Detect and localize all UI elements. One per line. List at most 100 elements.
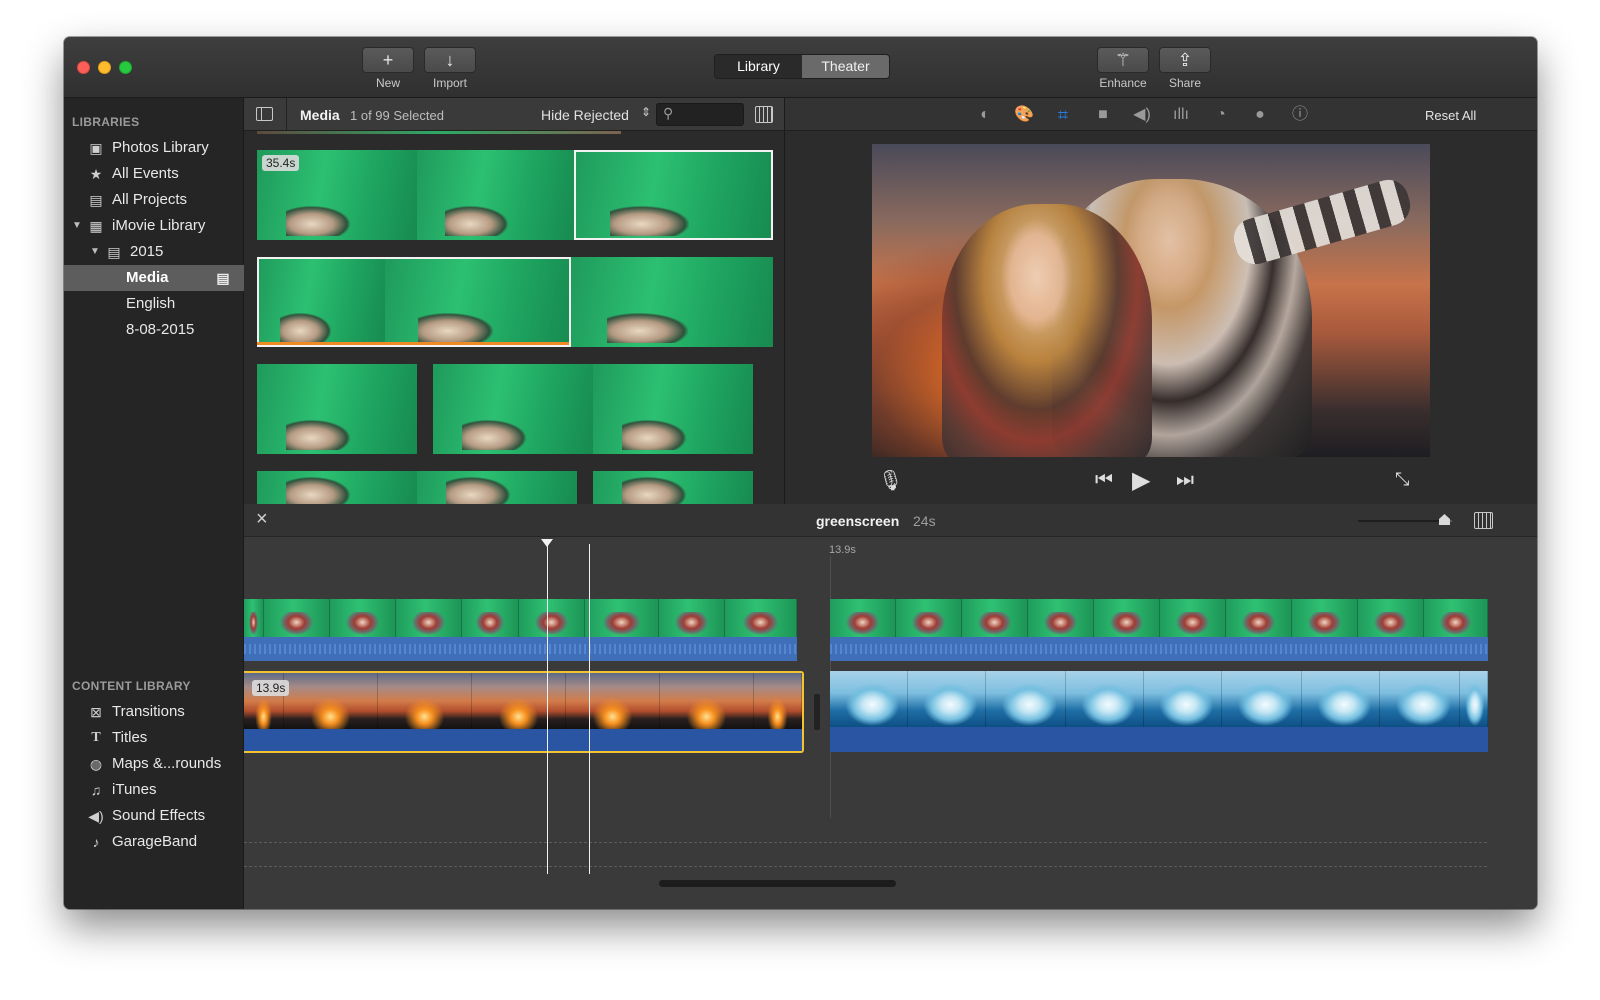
sidebar-item-2015[interactable]: ▼ ▤ 2015: [64, 239, 244, 265]
sidebar-item-8-08-2015[interactable]: 8-08-2015: [64, 317, 244, 343]
clip-filter-icon[interactable]: ●: [1250, 105, 1270, 125]
media-browser: Media 1 of 99 Selected Hide Rejected ⇕ ⚲…: [244, 98, 785, 504]
filmstrip-settings-icon[interactable]: [755, 106, 773, 123]
play-icon[interactable]: ▶: [1132, 466, 1150, 495]
share-icon: ⇪: [1159, 47, 1211, 73]
stabilization-icon[interactable]: ■: [1093, 105, 1113, 125]
sidebar-item-all-events[interactable]: ★ All Events: [64, 161, 244, 187]
sidebar-item-label: All Projects: [112, 191, 188, 208]
background-clip[interactable]: [830, 671, 1488, 727]
clapper-icon: ▤: [89, 192, 103, 208]
transition-handle[interactable]: [814, 694, 820, 730]
share-button[interactable]: ⇪ Share: [1159, 47, 1211, 90]
search-field[interactable]: ⚲: [656, 103, 744, 126]
zoom-window-button[interactable]: [119, 61, 132, 74]
skimmer: [589, 544, 590, 874]
clip-thumbnail[interactable]: [593, 364, 753, 454]
filter-popup[interactable]: Hide Rejected: [541, 107, 629, 123]
sidebar-item-imovie-library[interactable]: ▼ ▦ iMovie Library: [64, 213, 244, 239]
libraries-sidebar: LIBRARIES ▣ Photos Library ★ All Events …: [64, 98, 244, 909]
title-bar: + New ↓ Import Library Theater ⚚ Enhance…: [64, 37, 1537, 98]
sidebar-item-photos-library[interactable]: ▣ Photos Library: [64, 135, 244, 161]
clip-duration-badge: 35.4s: [262, 155, 300, 171]
clip-thumbnail[interactable]: [571, 257, 773, 347]
search-input[interactable]: [681, 106, 739, 123]
microphone-icon[interactable]: 🎙: [878, 468, 903, 493]
skip-forward-icon[interactable]: ⏭: [1176, 469, 1194, 492]
sidebar-item-garageband[interactable]: ♪ GarageBand: [64, 829, 244, 855]
disclosure-triangle-icon[interactable]: ▼: [72, 213, 82, 239]
sidebar-item-titles[interactable]: T Titles: [64, 725, 244, 751]
timeline: × greenscreen 24s 13.9s 13.9s: [244, 504, 1537, 909]
clip-audio-lane: [830, 727, 1488, 752]
sidebar-item-label: Photos Library: [112, 139, 209, 156]
range-selection: [257, 257, 571, 347]
libraries-header: LIBRARIES: [72, 115, 140, 129]
sidebar-item-maps-backgrounds[interactable]: ◍ Maps &...rounds: [64, 751, 244, 777]
crop-icon[interactable]: ⌗: [1053, 105, 1073, 125]
enhance-button[interactable]: ⚚ Enhance: [1097, 47, 1149, 90]
sidebar-item-all-projects[interactable]: ▤ All Projects: [64, 187, 244, 213]
sidebar-item-itunes[interactable]: ♫ iTunes: [64, 777, 244, 803]
color-balance-icon[interactable]: ◐: [975, 105, 995, 125]
star-icon: ★: [89, 166, 103, 182]
clip-thumbnail[interactable]: [257, 471, 417, 504]
playhead[interactable]: [547, 544, 548, 874]
sidebar-item-label: Sound Effects: [112, 807, 206, 824]
sidebar-toggle-icon[interactable]: [256, 107, 273, 121]
clip-thumbnail[interactable]: [433, 364, 593, 454]
share-button-label: Share: [1168, 76, 1202, 90]
selected-background-clip[interactable]: 13.9s: [244, 671, 804, 753]
noise-reduction-icon[interactable]: ıllı: [1171, 105, 1191, 125]
close-project-icon[interactable]: ×: [256, 508, 268, 531]
sidebar-item-label: iMovie Library: [112, 217, 206, 234]
library-theater-toggle[interactable]: Library Theater: [714, 54, 890, 79]
selection-count: 1 of 99 Selected: [350, 108, 444, 123]
globe-icon: ◍: [89, 756, 103, 772]
preview-figure: [1229, 175, 1415, 269]
music-icon: ♫: [90, 782, 102, 798]
info-icon[interactable]: ⓘ: [1290, 105, 1310, 125]
plus-icon: +: [362, 47, 414, 73]
enhance-button-label: Enhance: [1099, 76, 1147, 90]
clip-thumbnail[interactable]: [417, 150, 574, 240]
timeline-video-clip[interactable]: [244, 599, 797, 637]
timeline-video-clip[interactable]: [830, 599, 1488, 637]
photos-icon: ▣: [89, 140, 103, 156]
clip-thumbnail[interactable]: [593, 471, 753, 504]
sidebar-item-english[interactable]: English: [64, 291, 244, 317]
calendar-icon: ▤: [107, 244, 121, 260]
clip-audio-lane: [244, 729, 802, 751]
sidebar-item-label: Transitions: [112, 703, 185, 720]
clip-thumbnail[interactable]: [257, 131, 621, 134]
horizontal-scrollbar[interactable]: [659, 880, 896, 887]
browser-toolbar: Media 1 of 99 Selected Hide Rejected ⇕ ⚲: [244, 98, 784, 131]
selected-clip-thumbnail[interactable]: [574, 150, 773, 240]
new-button[interactable]: + New: [362, 47, 414, 90]
project-name: greenscreen: [816, 513, 900, 529]
speed-icon[interactable]: ◔: [1211, 105, 1231, 125]
library-tab[interactable]: Library: [715, 55, 802, 78]
volume-icon[interactable]: ◀): [1132, 105, 1152, 125]
skip-back-icon[interactable]: ⏮: [1095, 469, 1113, 492]
sidebar-item-transitions[interactable]: ⊠ Transitions: [64, 699, 244, 725]
fullscreen-icon[interactable]: ⤡: [1395, 469, 1409, 490]
clip-thumbnail[interactable]: [257, 364, 417, 454]
theater-tab[interactable]: Theater: [802, 55, 889, 78]
clip-thumbnail[interactable]: [417, 471, 577, 504]
import-button[interactable]: ↓ Import: [424, 47, 476, 90]
disclosure-triangle-icon[interactable]: ▼: [90, 239, 100, 265]
color-correction-icon[interactable]: 🎨: [1014, 105, 1034, 125]
audio-waveform: [830, 637, 1488, 661]
reset-all-button[interactable]: Reset All: [1425, 108, 1476, 123]
close-window-button[interactable]: [77, 61, 90, 74]
zoom-slider-thumb[interactable]: [1438, 514, 1450, 525]
sidebar-item-sound-effects[interactable]: ◀) Sound Effects: [64, 803, 244, 829]
sidebar-item-label: 2015: [130, 243, 164, 260]
clip-appearance-icon[interactable]: [1474, 512, 1493, 529]
sidebar-item-media[interactable]: Media ▤: [64, 265, 244, 291]
sidebar-item-label: English: [126, 295, 176, 312]
marker-time: 13.9s: [829, 544, 856, 556]
zoom-slider-track[interactable]: [1358, 514, 1452, 525]
minimize-window-button[interactable]: [98, 61, 111, 74]
